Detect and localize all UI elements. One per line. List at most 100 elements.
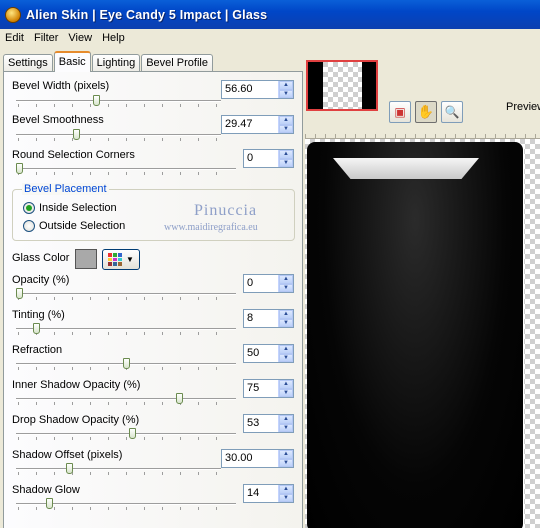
drop-shadow-label: Drop Shadow Opacity (%) [12,414,140,426]
bevel-width-slider[interactable] [93,95,101,106]
spin-up-icon[interactable]: ▲ [279,380,293,389]
spin-up-icon[interactable]: ▲ [279,485,293,494]
menu-edit[interactable]: Edit [0,32,29,44]
round-corners-slider[interactable] [16,163,23,174]
basic-settings-panel: Bevel Width (pixels) 56.60 ▲ ▼ Bevel Smoo… [3,71,303,528]
drop-shadow-slider[interactable] [128,428,136,439]
refraction-stepper[interactable]: 50 ▲ ▼ [243,344,294,363]
menu-bar: Edit Filter View Help [0,29,540,47]
spin-up-icon[interactable]: ▲ [279,81,293,90]
inside-selection-radio[interactable]: Inside Selection [23,202,117,214]
spin-down-icon[interactable]: ▼ [279,318,293,327]
drop-shadow-value[interactable]: 53 [244,415,278,432]
shadow-offset-ticks [18,472,219,475]
preview-toggle-icon: ▣ [394,105,406,119]
opacity-track [16,293,236,295]
bevel-smoothness-stepper[interactable]: 29.47 ▲ ▼ [221,115,294,134]
bevel-width-ticks [18,104,219,107]
watermark-name: Pinuccia [194,202,258,219]
opacity-ticks [18,297,234,300]
inner-shadow-stepper[interactable]: 75 ▲ ▼ [243,379,294,398]
color-picker-button[interactable]: ▼ [102,249,140,270]
shadow-offset-label: Shadow Offset (pixels) [12,449,123,461]
drop-shadow-ticks [18,437,234,440]
spin-up-icon[interactable]: ▲ [279,450,293,459]
opacity-value[interactable]: 0 [244,275,278,292]
outside-selection-radio[interactable]: Outside Selection [23,220,125,232]
zoom-icon: 🔍 [444,105,460,119]
hand-icon: ✋ [417,104,435,119]
tab-basic[interactable]: Basic [53,51,91,72]
bevel-smoothness-value[interactable]: 29.47 [222,116,278,133]
drop-shadow-stepper[interactable]: 53 ▲ ▼ [243,414,294,433]
spin-up-icon[interactable]: ▲ [279,116,293,125]
radio-unchecked-icon[interactable] [23,220,35,232]
bevel-width-track [16,100,221,102]
inner-shadow-track [16,398,236,400]
tab-lighting[interactable]: Lighting [91,54,141,72]
hand-tool-button[interactable]: ✋ [415,101,437,123]
shadow-glow-value[interactable]: 14 [244,485,278,502]
shadow-glow-label: Shadow Glow [12,484,80,496]
radio-checked-icon[interactable] [23,202,35,214]
spin-up-icon[interactable]: ▲ [279,415,293,424]
shadow-offset-slider[interactable] [65,463,73,474]
app-window: Alien Skin | Eye Candy 5 Impact | Glass … [0,0,540,528]
spin-up-icon[interactable]: ▲ [279,275,293,284]
glass-bevel-highlight [333,158,479,179]
spin-down-icon[interactable]: ▼ [279,124,293,133]
shadow-offset-stepper[interactable]: 30.00 ▲ ▼ [221,449,294,468]
spin-down-icon[interactable]: ▼ [279,388,293,397]
bevel-smoothness-label: Bevel Smoothness [12,114,104,126]
inner-shadow-value[interactable]: 75 [244,380,278,397]
bevel-smoothness-track [16,134,221,136]
bevel-width-stepper[interactable]: 56.60 ▲ ▼ [221,80,294,99]
spin-down-icon[interactable]: ▼ [279,423,293,432]
bevel-smoothness-slider[interactable] [73,129,81,140]
opacity-label: Opacity (%) [12,274,70,286]
menu-help[interactable]: Help [97,32,130,44]
glass-color-swatch[interactable] [75,249,97,269]
opacity-slider[interactable] [16,288,23,299]
tinting-stepper[interactable]: 8 ▲ ▼ [243,309,294,328]
tinting-slider[interactable] [33,323,41,334]
zoom-tool-button[interactable]: 🔍 [441,101,463,123]
spin-down-icon[interactable]: ▼ [279,158,293,167]
spin-down-icon[interactable]: ▼ [279,458,293,467]
inside-selection-label: Inside Selection [39,202,117,214]
preview-canvas[interactable] [305,139,540,528]
thumbnail-shape-left [308,62,323,109]
menu-filter[interactable]: Filter [29,32,63,44]
spin-up-icon[interactable]: ▲ [279,150,293,159]
spin-down-icon[interactable]: ▼ [279,89,293,98]
drop-shadow-track [16,433,236,435]
spin-down-icon[interactable]: ▼ [279,353,293,362]
preview-area: ▣ ✋ 🔍 Preview [305,51,540,528]
spin-up-icon[interactable]: ▲ [279,345,293,354]
tab-bevel-profile[interactable]: Bevel Profile [141,54,213,72]
bevel-smoothness-ticks [18,138,219,141]
shadow-glow-slider[interactable] [45,498,53,509]
bevel-width-value[interactable]: 56.60 [222,81,278,98]
menu-view[interactable]: View [63,32,97,44]
window-title: Alien Skin | Eye Candy 5 Impact | Glass [26,7,268,22]
navigator-thumbnail[interactable] [306,60,378,111]
preview-toggle-button[interactable]: ▣ [389,101,411,123]
shadow-glow-stepper[interactable]: 14 ▲ ▼ [243,484,294,503]
opacity-stepper[interactable]: 0 ▲ ▼ [243,274,294,293]
inner-shadow-label: Inner Shadow Opacity (%) [12,379,141,391]
refraction-value[interactable]: 50 [244,345,278,362]
round-corners-stepper[interactable]: 0 ▲ ▼ [243,149,294,168]
glass-shape-preview [307,142,523,528]
round-corners-ticks [18,172,234,175]
inner-shadow-slider[interactable] [175,393,183,404]
round-corners-value[interactable]: 0 [244,150,278,167]
shadow-offset-value[interactable]: 30.00 [222,450,278,467]
spin-down-icon[interactable]: ▼ [279,283,293,292]
tab-settings[interactable]: Settings [3,54,53,72]
spin-up-icon[interactable]: ▲ [279,310,293,319]
tinting-label: Tinting (%) [12,309,65,321]
spin-down-icon[interactable]: ▼ [279,493,293,502]
tinting-value[interactable]: 8 [244,310,278,327]
refraction-slider[interactable] [122,358,130,369]
